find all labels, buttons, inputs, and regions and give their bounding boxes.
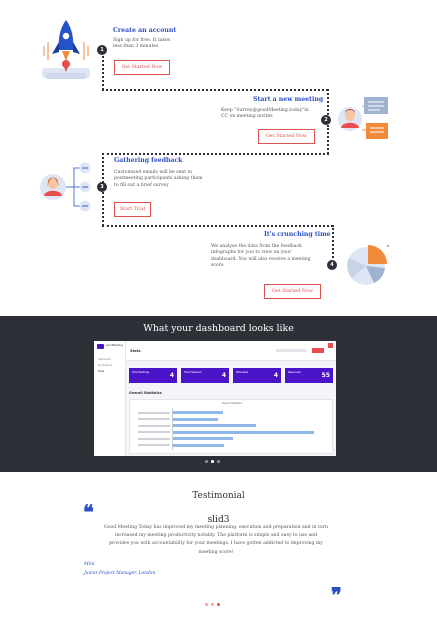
stat-card: Responses 55 — [285, 368, 333, 383]
screenshot-sidebar: goodMeeting Dashboard My Meeting Stats — [94, 341, 126, 456]
step-connector — [327, 125, 329, 154]
step-connector — [102, 225, 333, 227]
get-started-button[interactable]: Get Started Now — [264, 284, 321, 299]
chart-bar — [173, 437, 233, 440]
screenshot-sidebar-item: Dashboard — [98, 358, 111, 361]
chart-category-label — [138, 444, 170, 446]
user-documents-illustration — [336, 94, 392, 144]
carousel-dot[interactable] — [211, 603, 214, 606]
carousel-dot[interactable] — [211, 460, 214, 463]
step-connector — [102, 89, 328, 91]
chart-bar — [173, 417, 218, 421]
overall-statistics-chart: Overall Statistics — [129, 399, 333, 454]
carousel-dot[interactable] — [217, 603, 220, 606]
chart-bar — [173, 443, 224, 447]
carousel-dot[interactable] — [217, 460, 220, 463]
step-text-gathering-feedback: Customised emails will be sent to postme… — [114, 170, 203, 188]
step-number-2: 2 — [321, 115, 331, 125]
dashboard-screenshot: goodMeeting Dashboard My Meeting Stats S… — [94, 341, 336, 456]
carousel-dot[interactable] — [205, 603, 208, 606]
step-connector — [332, 225, 334, 258]
screenshot-page-title: Stats — [130, 349, 141, 353]
stat-card: Total Meetings 4 — [129, 368, 177, 383]
user-network-illustration — [38, 160, 98, 216]
screenshot-logo: goodMeeting — [106, 344, 123, 347]
pie-chart-illustration — [344, 242, 396, 288]
step-title-create-account: Create an account — [113, 27, 177, 34]
chart-bar — [173, 424, 256, 427]
screenshot-header: Stats — [126, 341, 336, 361]
chart-category-label — [138, 411, 170, 414]
chart-section-title: Overall Statistics — [129, 391, 162, 395]
testimonial-author: Mini — [84, 562, 95, 567]
stat-card: Attendees 4 — [233, 368, 281, 383]
dashboard-heading: What your dashboard looks like — [143, 323, 294, 334]
chart-category-label — [138, 431, 170, 433]
chart-category-label — [138, 437, 170, 440]
step-number-4: 4 — [327, 260, 337, 270]
screenshot-sidebar-item: My Meeting — [98, 364, 112, 367]
logo-icon — [97, 344, 104, 349]
step-connector — [102, 153, 104, 183]
testimonial-carousel-dots — [205, 603, 235, 607]
testimonial-body: Good Meeting Today has improved my meeti… — [104, 525, 328, 555]
step-text-create-account: Sign up for free. It takes less than 3 m… — [113, 38, 171, 50]
start-trial-button[interactable]: Start Trial — [114, 202, 151, 217]
chart-bar — [173, 411, 223, 414]
step-connector — [327, 89, 329, 115]
step-number-1: 1 — [97, 45, 107, 55]
carousel-dot[interactable] — [205, 460, 208, 463]
chart-title: Overall Statistics — [221, 402, 243, 405]
rocket-launch-illustration — [38, 16, 94, 82]
screenshot-sidebar-item: Stats — [98, 370, 105, 373]
section-heading-cutoff — [170, 0, 270, 2]
step-text-crunching-time: We analyse the data from the feedback in… — [211, 244, 311, 269]
testimonial-heading: Testimonial — [192, 491, 245, 501]
get-started-button[interactable]: Get Started Now — [258, 129, 315, 144]
get-started-button[interactable]: Get Started Now — [114, 60, 170, 75]
stat-card: Total Feedback 4 — [181, 368, 229, 383]
chart-bar — [173, 430, 314, 434]
dashboard-carousel-dots — [205, 460, 235, 464]
step-connector — [102, 56, 104, 90]
step-title-crunching-time: It's crunching time — [264, 231, 331, 238]
step-connector — [102, 192, 104, 226]
step-title-start-meeting: Start a new meeting — [253, 96, 324, 103]
step-connector — [102, 153, 329, 155]
step-number-3: 3 — [97, 182, 107, 192]
step-text-start-meeting: Keep "Survey@goodMeeting.today"in CC on … — [221, 108, 309, 120]
step-title-gathering-feedback: Gathering feedback — [114, 157, 183, 164]
chart-category-label — [138, 418, 170, 420]
testimonial-role: Junior Project Manager, London — [84, 571, 156, 576]
chart-category-label — [138, 424, 170, 427]
close-quote-icon: ❞ — [331, 583, 342, 607]
